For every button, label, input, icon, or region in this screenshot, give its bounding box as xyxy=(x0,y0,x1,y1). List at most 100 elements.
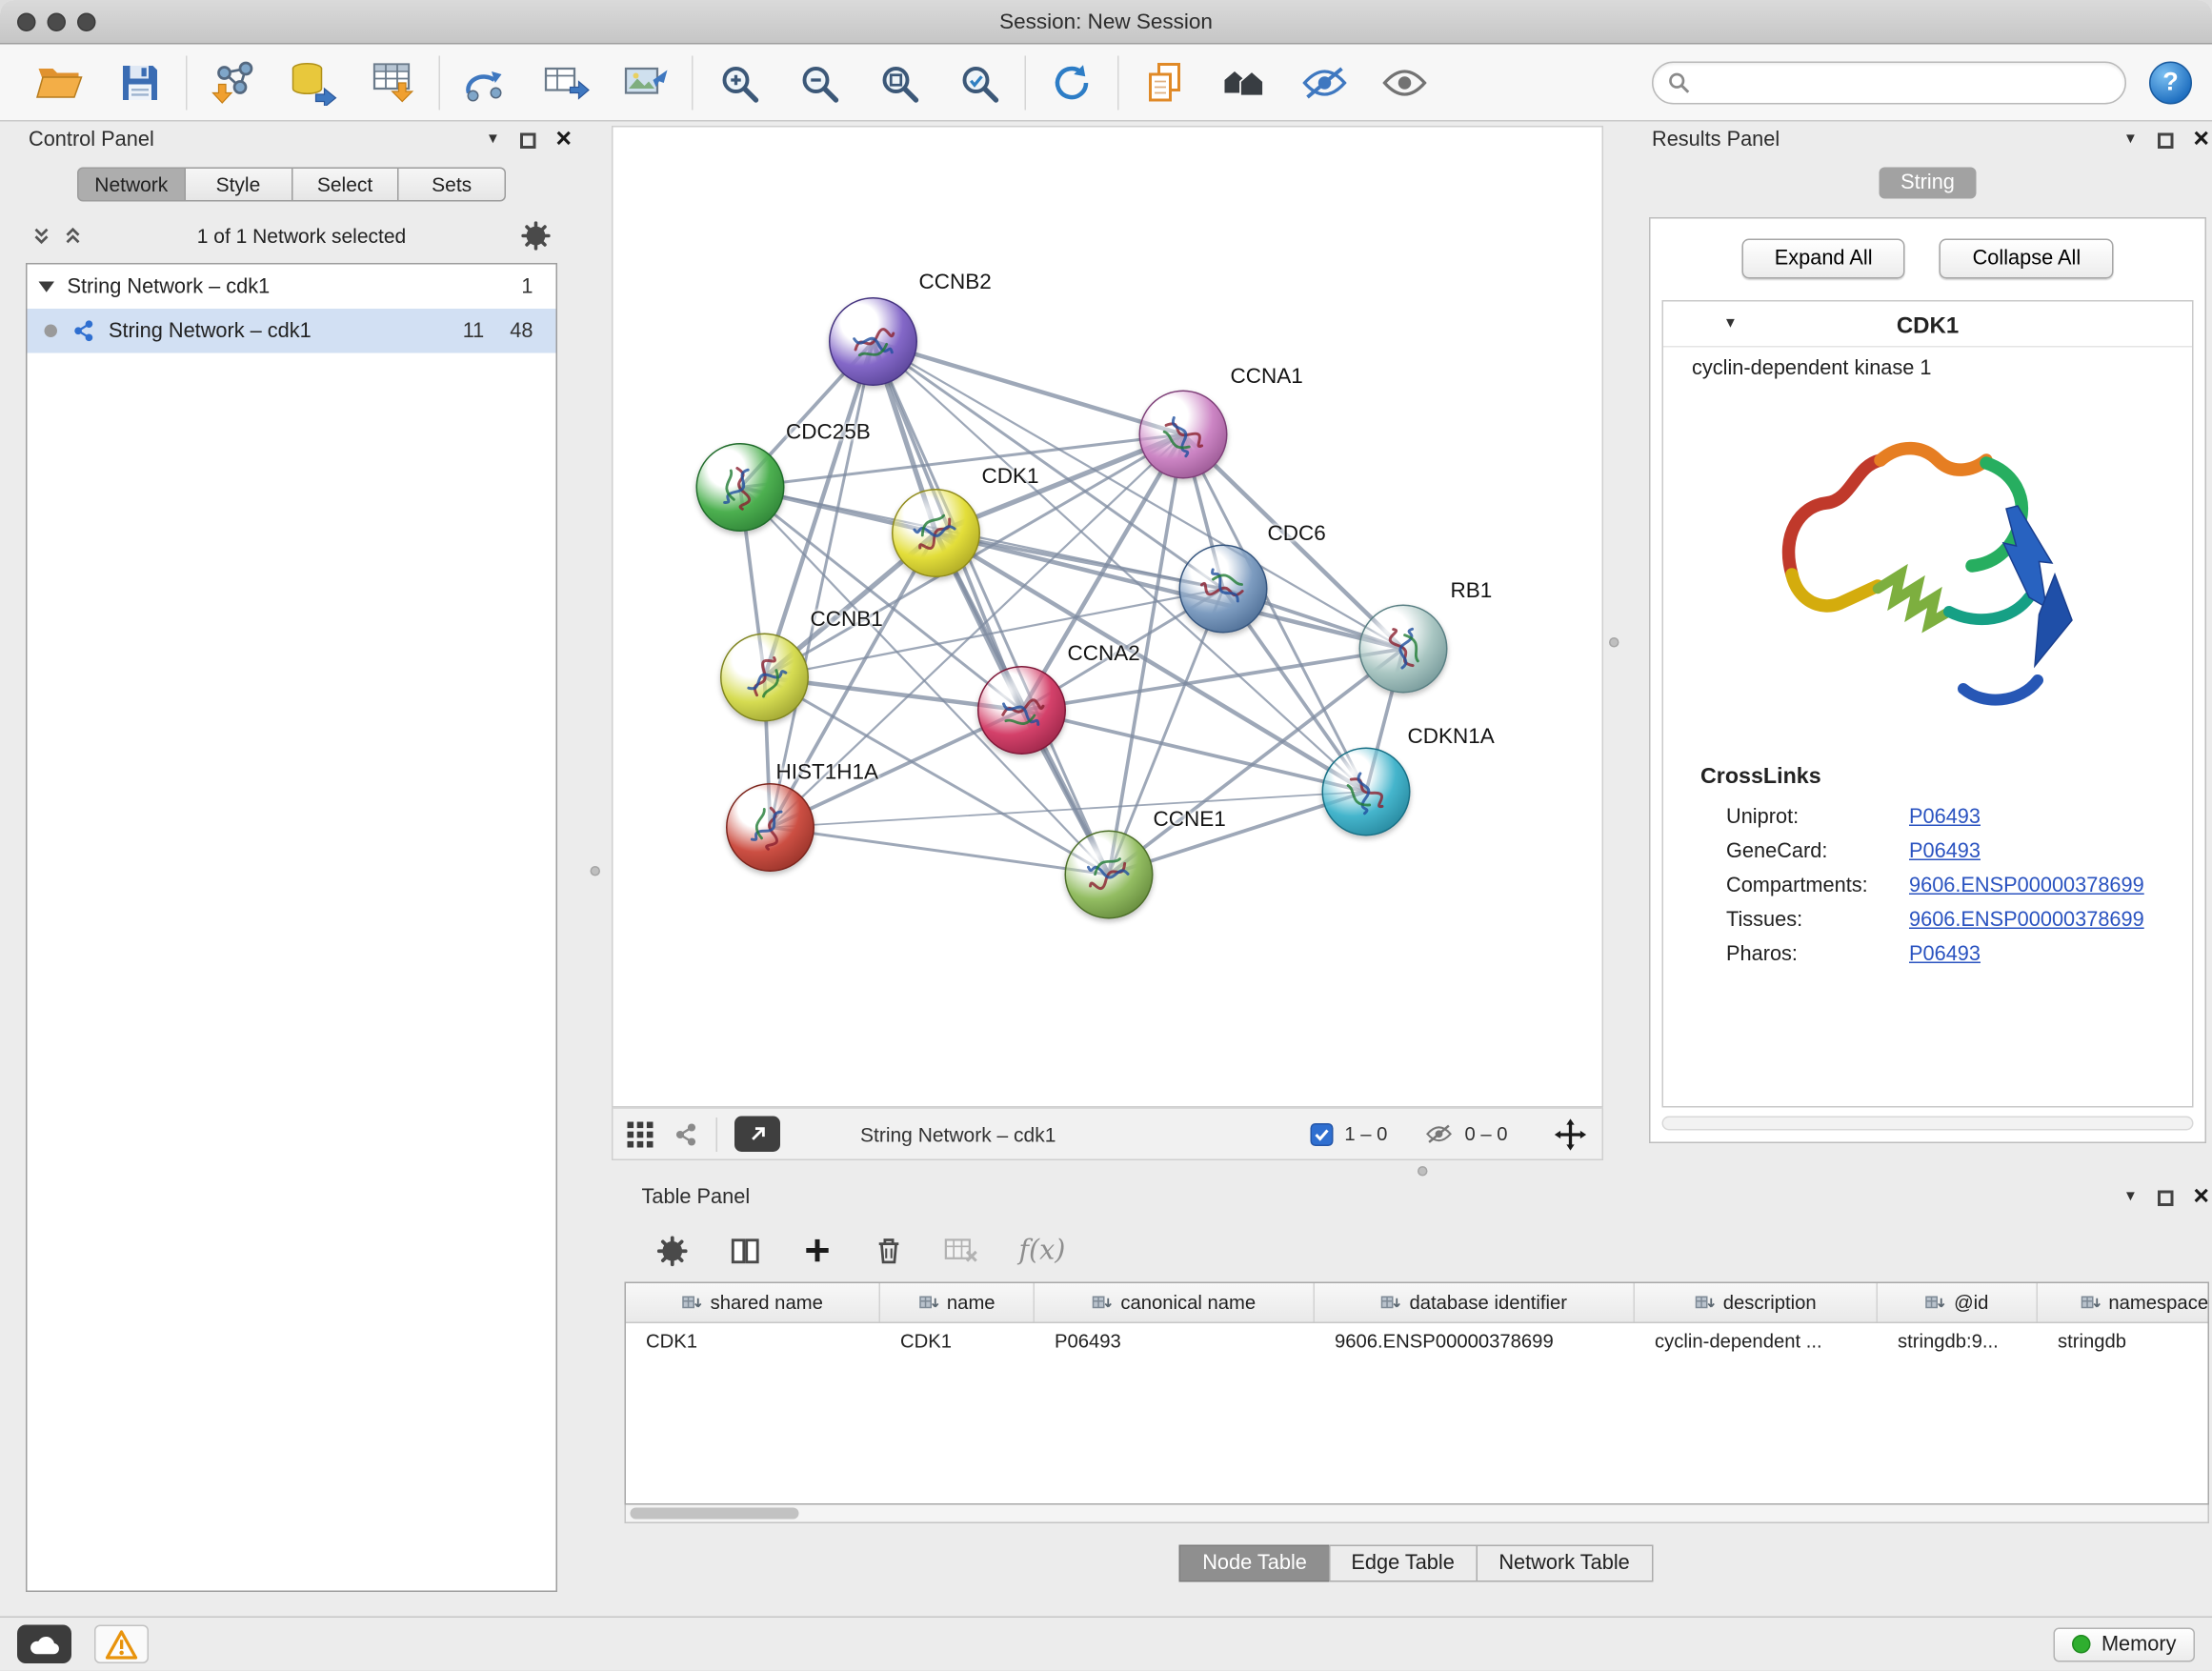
import-network-database-button[interactable] xyxy=(286,55,340,110)
cloud-services-button[interactable] xyxy=(17,1625,71,1664)
hide-show-panels-button[interactable] xyxy=(1297,55,1352,110)
column-header[interactable]: shared name xyxy=(626,1283,880,1322)
clone-network-button[interactable] xyxy=(539,55,593,110)
horizontal-splitter-handle[interactable] xyxy=(1418,1166,1428,1177)
delete-column-trash-icon[interactable] xyxy=(874,1235,905,1266)
expand-all-button[interactable]: Expand All xyxy=(1741,239,1905,279)
refresh-button[interactable] xyxy=(1045,55,1099,110)
crosslink-link[interactable]: P06493 xyxy=(1909,943,1981,966)
tab-sets[interactable]: Sets xyxy=(399,168,506,202)
protein-thumbnail xyxy=(846,317,900,366)
help-button[interactable]: ? xyxy=(2149,61,2192,104)
zoom-fit-icon xyxy=(877,61,920,104)
tab-style[interactable]: Style xyxy=(186,168,292,202)
tab-node-table[interactable]: Node Table xyxy=(1179,1545,1330,1582)
column-header[interactable]: namespace xyxy=(2038,1283,2209,1322)
export-image-button[interactable] xyxy=(619,55,674,110)
zoom-in-button[interactable] xyxy=(712,55,766,110)
pan-move-icon[interactable] xyxy=(1554,1117,1588,1151)
home-views-button[interactable] xyxy=(1217,55,1272,110)
column-header[interactable]: database identifier xyxy=(1315,1283,1635,1322)
network-node-rb1[interactable] xyxy=(1359,605,1448,694)
zoom-fit-button[interactable] xyxy=(872,55,926,110)
add-column-plus-icon[interactable] xyxy=(802,1235,834,1266)
string-tab-badge[interactable]: String xyxy=(1880,168,1977,199)
expand-all-icon[interactable] xyxy=(63,226,83,246)
open-in-browser-button[interactable] xyxy=(734,1117,780,1153)
birds-eye-view-icon[interactable] xyxy=(628,1121,654,1147)
copy-document-button[interactable] xyxy=(1137,55,1192,110)
float-panel-icon[interactable]: ▼ xyxy=(486,133,500,148)
function-builder-icon[interactable]: f(x) xyxy=(1019,1235,1066,1266)
titlebar[interactable]: Session: New Session xyxy=(0,0,2212,45)
network-node-ccne1[interactable] xyxy=(1065,831,1154,919)
zoom-window-button[interactable] xyxy=(77,12,96,31)
crosslink-link[interactable]: P06493 xyxy=(1909,840,1981,863)
protein-thumbnail xyxy=(1147,398,1218,471)
hidden-eye-slash-icon[interactable] xyxy=(1424,1123,1453,1145)
table-cell: P06493 xyxy=(1035,1323,1315,1360)
search-field[interactable] xyxy=(1652,61,2126,104)
selected-checkbox-icon[interactable] xyxy=(1310,1122,1333,1145)
import-table-button[interactable] xyxy=(366,55,420,110)
maximize-panel-icon[interactable] xyxy=(2158,132,2174,149)
tab-select[interactable]: Select xyxy=(292,168,399,202)
share-network-icon[interactable] xyxy=(674,1121,699,1147)
tab-edge-table[interactable]: Edge Table xyxy=(1328,1545,1477,1582)
network-node-ccna1[interactable] xyxy=(1139,391,1228,479)
open-folder-icon xyxy=(36,62,85,102)
network-row[interactable]: String Network – cdk1 11 48 xyxy=(28,309,556,353)
tree-expand-caret-icon[interactable] xyxy=(39,280,55,293)
float-panel-icon[interactable]: ▼ xyxy=(2123,133,2138,148)
network-node-ccnb2[interactable] xyxy=(829,297,917,386)
tab-network-table[interactable]: Network Table xyxy=(1476,1545,1652,1582)
table-settings-gear-icon[interactable] xyxy=(656,1234,690,1267)
network-node-ccnb1[interactable] xyxy=(720,634,809,722)
network-node-cdc25b[interactable] xyxy=(696,443,785,532)
right-splitter-handle[interactable] xyxy=(1609,637,1619,648)
memory-button[interactable]: Memory xyxy=(2053,1627,2195,1661)
gear-icon[interactable] xyxy=(520,220,552,252)
network-node-ccna2[interactable] xyxy=(977,666,1066,755)
close-window-button[interactable] xyxy=(17,12,36,31)
collapse-all-button[interactable]: Collapse All xyxy=(1940,239,2114,279)
import-network-file-button[interactable] xyxy=(206,55,260,110)
save-session-button[interactable] xyxy=(113,55,168,110)
scrollbar-thumb[interactable] xyxy=(631,1508,799,1520)
network-node-cdkn1a[interactable] xyxy=(1322,748,1411,836)
show-columns-icon[interactable] xyxy=(729,1234,762,1267)
table-row[interactable]: CDK1CDK1P064939606.ENSP00000378699cyclin… xyxy=(626,1323,2208,1360)
network-node-cdc6[interactable] xyxy=(1179,545,1268,634)
column-header[interactable]: canonical name xyxy=(1035,1283,1315,1322)
new-network-button[interactable] xyxy=(459,55,513,110)
column-header[interactable]: description xyxy=(1635,1283,1878,1322)
show-graphics-button[interactable] xyxy=(1377,55,1432,110)
network-canvas[interactable]: CCNB2CCNA1CDC25BCDK1CDC6RB1CCNB1CCNA2CDK… xyxy=(612,126,1603,1108)
column-header[interactable]: name xyxy=(880,1283,1035,1322)
crosslink-link[interactable]: P06493 xyxy=(1909,806,1981,829)
crosslink-link[interactable]: 9606.ENSP00000378699 xyxy=(1909,875,2144,897)
minimize-window-button[interactable] xyxy=(48,12,67,31)
zoom-out-button[interactable] xyxy=(792,55,846,110)
float-panel-icon[interactable]: ▼ xyxy=(2123,1191,2138,1205)
left-splitter-handle[interactable] xyxy=(591,866,601,876)
close-panel-icon[interactable]: × xyxy=(2193,130,2209,151)
warnings-button[interactable] xyxy=(94,1625,149,1664)
tab-network[interactable]: Network xyxy=(77,168,186,202)
network-node-cdk1[interactable] xyxy=(892,489,980,577)
maximize-panel-icon[interactable] xyxy=(520,132,536,149)
zoom-selected-button[interactable] xyxy=(952,55,1006,110)
close-panel-icon[interactable]: × xyxy=(555,130,572,151)
open-session-button[interactable] xyxy=(33,55,88,110)
close-panel-icon[interactable]: × xyxy=(2193,1187,2209,1209)
column-header[interactable]: @id xyxy=(1878,1283,2038,1322)
results-scrollbar[interactable] xyxy=(1662,1117,2194,1131)
maximize-panel-icon[interactable] xyxy=(2158,1190,2174,1206)
collapse-gene-caret-icon[interactable]: ▼ xyxy=(1723,317,1738,332)
crosslink-link[interactable]: 9606.ENSP00000378699 xyxy=(1909,909,2144,932)
collapse-all-icon[interactable] xyxy=(31,226,51,246)
search-input[interactable] xyxy=(1691,70,2111,93)
network-collection-row[interactable]: String Network – cdk1 1 xyxy=(28,265,556,310)
table-horizontal-scrollbar[interactable] xyxy=(625,1505,2210,1524)
network-node-hist1h1a[interactable] xyxy=(726,783,814,872)
